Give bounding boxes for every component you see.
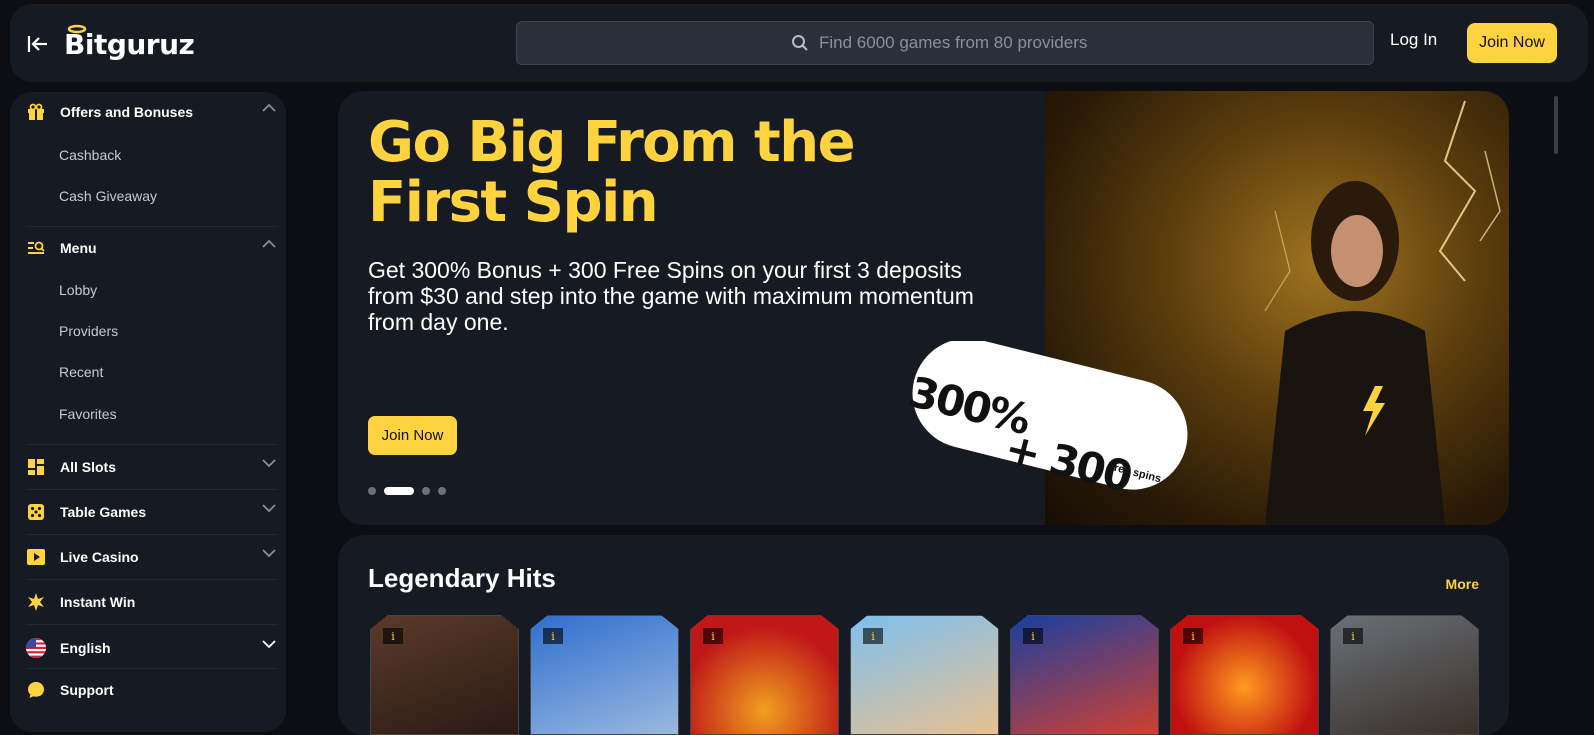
page-scrollbar[interactable]	[1554, 96, 1558, 154]
info-icon[interactable]: i	[543, 628, 563, 644]
bonus-badge: 300% + 300 free spins	[900, 338, 1190, 501]
sidebar-section-label: Menu	[60, 240, 97, 256]
game-card[interactable]: i	[690, 615, 839, 735]
game-card[interactable]: i	[1330, 615, 1479, 735]
chevron-up-icon	[262, 240, 276, 248]
section-title: Legendary Hits	[368, 563, 556, 593]
divider	[26, 624, 278, 625]
log-in-button[interactable]: Log In	[1390, 30, 1437, 50]
sidebar-item-live-casino[interactable]: Live Casino	[26, 537, 278, 577]
divider	[26, 489, 278, 490]
menu-search-icon	[26, 238, 46, 258]
sidebar-item-support[interactable]: Support	[26, 670, 278, 710]
carousel-dot[interactable]	[368, 487, 376, 495]
slots-grid-icon	[26, 457, 46, 477]
sidebar-item-cash-giveaway[interactable]: Cash Giveaway	[59, 188, 157, 204]
logo[interactable]: Bitguruz	[64, 22, 195, 66]
sidebar-item-label: Live Casino	[60, 549, 139, 565]
sidebar-item-providers[interactable]: Providers	[59, 323, 118, 339]
sidebar-item-label: Support	[60, 682, 114, 698]
us-flag-icon	[26, 638, 46, 658]
chevron-down-icon	[262, 504, 276, 512]
legendary-hits-section: Legendary Hits More i i i i i i i	[338, 535, 1509, 735]
sidebar-item-lobby[interactable]: Lobby	[59, 282, 97, 298]
carousel-dot-active[interactable]	[384, 487, 414, 495]
divider	[26, 444, 278, 445]
sidebar-item-table-games[interactable]: Table Games	[26, 492, 278, 532]
chevron-up-icon	[262, 104, 276, 112]
sidebar-item-label: All Slots	[60, 459, 117, 475]
hero-join-now-button[interactable]: Join Now	[368, 416, 457, 455]
game-card[interactable]: i	[850, 615, 999, 735]
info-icon[interactable]: i	[1023, 628, 1043, 644]
info-icon[interactable]: i	[383, 628, 403, 644]
game-card[interactable]: i	[530, 615, 679, 735]
search-input[interactable]	[819, 33, 1099, 53]
info-icon[interactable]: i	[1183, 628, 1203, 644]
gift-icon	[26, 102, 46, 122]
sidebar-section-label: Offers and Bonuses	[60, 104, 194, 120]
search-icon	[792, 35, 808, 51]
search-bar[interactable]	[516, 21, 1374, 65]
hero-banner: Go Big From the First Spin Get 300% Bonu…	[338, 91, 1509, 525]
burst-icon	[26, 592, 46, 612]
sidebar: Offers and Bonuses Cashback Cash Giveawa…	[10, 92, 286, 732]
language-selector[interactable]: English	[26, 628, 278, 668]
carousel-dot[interactable]	[422, 487, 430, 495]
divider	[26, 226, 278, 227]
sidebar-item-recent[interactable]: Recent	[59, 364, 103, 380]
sidebar-item-cashback[interactable]: Cashback	[59, 147, 121, 163]
chevron-down-icon	[262, 549, 276, 557]
sidebar-item-label: Instant Win	[60, 594, 136, 610]
game-card[interactable]: i	[370, 615, 519, 735]
halo-icon	[67, 24, 87, 34]
collapse-sidebar-icon[interactable]	[26, 32, 50, 56]
hero-title: Go Big From the First Spin	[368, 110, 856, 235]
game-card[interactable]: i	[1170, 615, 1319, 735]
chevron-down-icon	[262, 640, 276, 648]
info-icon[interactable]: i	[703, 628, 723, 644]
chat-bubble-icon	[26, 680, 46, 700]
chevron-down-icon	[262, 459, 276, 467]
more-link[interactable]: More	[1446, 576, 1479, 592]
carousel-dots	[368, 487, 446, 495]
play-icon	[26, 547, 46, 567]
carousel-dot[interactable]	[438, 487, 446, 495]
sidebar-item-all-slots[interactable]: All Slots	[26, 447, 278, 487]
top-bar: Bitguruz Log In Join Now	[10, 4, 1588, 82]
sidebar-section-menu[interactable]: Menu	[26, 228, 278, 268]
sidebar-section-offers[interactable]: Offers and Bonuses	[26, 92, 278, 132]
join-now-button[interactable]: Join Now	[1467, 23, 1557, 63]
info-icon[interactable]: i	[1343, 628, 1363, 644]
divider	[26, 534, 278, 535]
info-icon[interactable]: i	[863, 628, 883, 644]
language-label: English	[60, 640, 111, 656]
divider	[26, 579, 278, 580]
hero-subtitle: Get 300% Bonus + 300 Free Spins on your …	[368, 257, 974, 335]
dice-icon	[26, 502, 46, 522]
divider	[26, 668, 278, 669]
sidebar-item-label: Table Games	[60, 504, 147, 520]
sidebar-item-favorites[interactable]: Favorites	[59, 406, 117, 422]
sidebar-item-instant-win[interactable]: Instant Win	[26, 582, 278, 622]
game-card[interactable]: i	[1010, 615, 1159, 735]
